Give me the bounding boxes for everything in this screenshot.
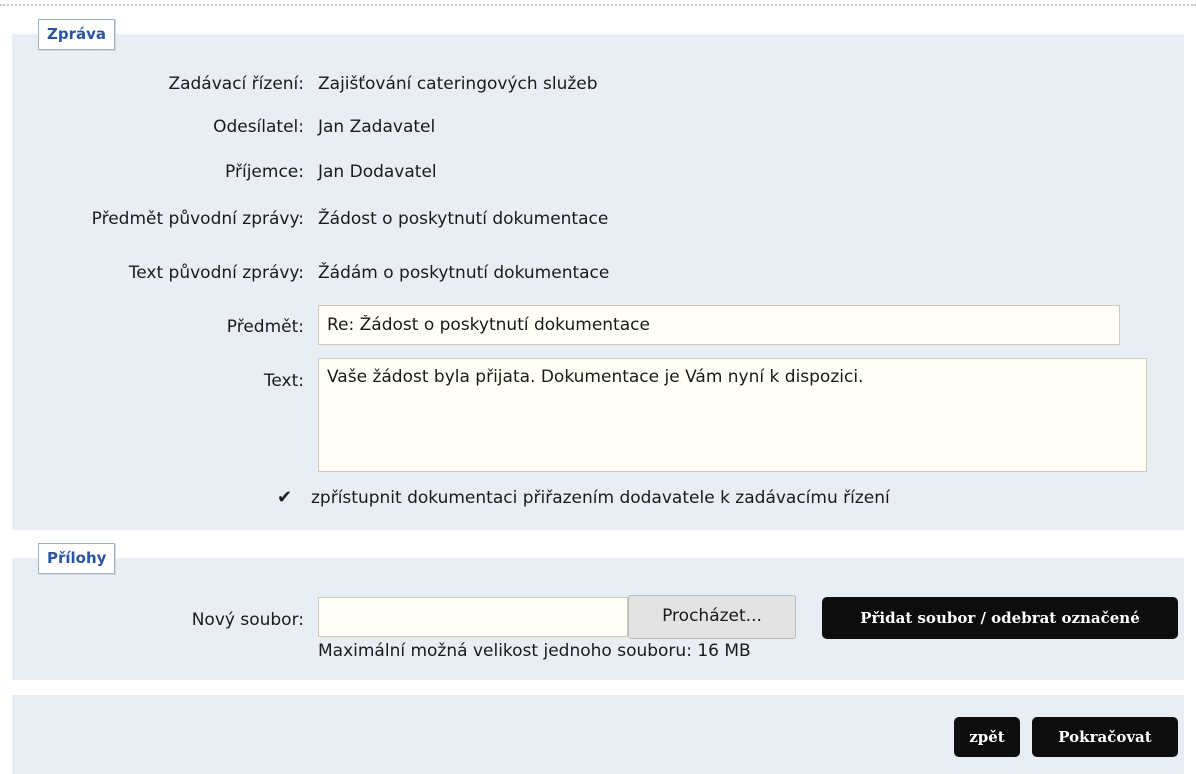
field-row-original-text: Text původní zprávy: Žádám o poskytnutí …	[12, 261, 1184, 285]
field-row-procedure: Zadávací řízení: Zajišťování cateringový…	[12, 72, 1184, 96]
message-textarea[interactable]: Vaše žádost byla přijata. Dokumentace je…	[318, 358, 1147, 472]
attachments-panel: Přílohy Nový soubor: Procházet... Přidat…	[12, 543, 1184, 680]
add-remove-file-button[interactable]: Přidat soubor / odebrat označené	[822, 597, 1178, 639]
recipient-label: Příjemce:	[225, 162, 304, 182]
subject-input[interactable]	[318, 305, 1120, 345]
checkbox-label[interactable]: zpřístupnit dokumentaci přiřazením dodav…	[311, 486, 890, 510]
message-legend: Zpráva	[38, 19, 116, 50]
continue-button[interactable]: Pokračovat	[1032, 717, 1178, 757]
sender-value: Jan Zadavatel	[318, 117, 436, 137]
message-panel: Zpráva Zadávací řízení: Zajišťování cate…	[12, 19, 1184, 530]
original-subject-value: Žádost o poskytnutí dokumentace	[318, 209, 609, 229]
file-path-input[interactable]	[318, 597, 628, 637]
procedure-value: Zajišťování cateringových služeb	[318, 74, 598, 94]
sender-label: Odesílatel:	[213, 117, 304, 137]
text-label: Text:	[263, 371, 304, 391]
original-subject-label: Předmět původní zprávy:	[91, 209, 304, 229]
new-file-label: Nový soubor:	[191, 610, 304, 630]
field-row-original-subject: Předmět původní zprávy: Žádost o poskytn…	[12, 207, 1184, 231]
original-text-label: Text původní zprávy:	[128, 263, 304, 283]
footer-panel: zpět Pokračovat	[12, 695, 1184, 774]
recipient-value: Jan Dodavatel	[318, 162, 437, 182]
field-row-recipient: Příjemce: Jan Dodavatel	[12, 160, 1184, 184]
max-size-note: Maximální možná velikost jednoho souboru…	[318, 641, 751, 661]
back-button[interactable]: zpět	[954, 717, 1020, 757]
subject-label: Předmět:	[226, 317, 304, 337]
original-text-value: Žádám o poskytnutí dokumentace	[318, 263, 610, 283]
procedure-label: Zadávací řízení:	[168, 74, 304, 94]
top-divider	[0, 4, 1196, 6]
attachments-legend: Přílohy	[38, 543, 116, 574]
checkmark-icon[interactable]: ✔	[277, 487, 292, 508]
browse-button[interactable]: Procházet...	[628, 595, 796, 639]
field-row-sender: Odesílatel: Jan Zadavatel	[12, 115, 1184, 139]
